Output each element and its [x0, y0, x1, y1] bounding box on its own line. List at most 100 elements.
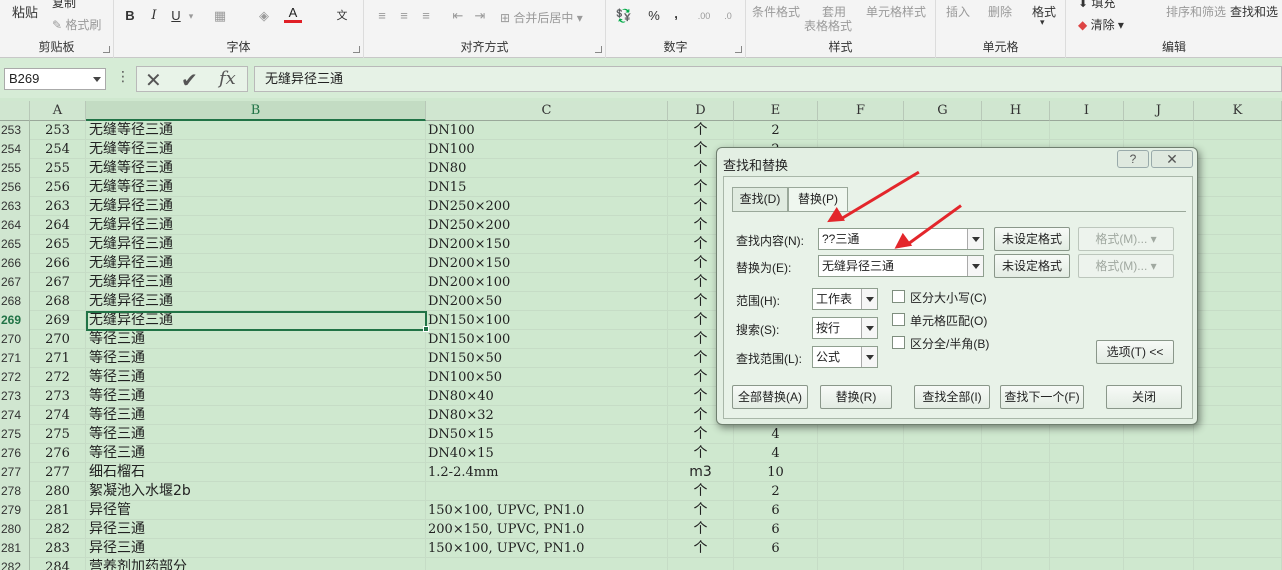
cell-d[interactable]: 个	[668, 444, 734, 463]
phonetic-button[interactable]: 文	[332, 7, 352, 25]
cell-b[interactable]: 营养剂加药部分	[86, 558, 426, 570]
cell-b[interactable]: 无缝异径三通	[86, 292, 426, 311]
cell-c[interactable]: DN250×200	[426, 197, 668, 216]
cell-f[interactable]	[818, 425, 904, 444]
number-launcher-icon[interactable]	[735, 46, 742, 53]
cell-d[interactable]: 个	[668, 425, 734, 444]
cell-f[interactable]	[818, 558, 904, 570]
cell-c[interactable]: DN200×50	[426, 292, 668, 311]
cell-h[interactable]	[982, 121, 1050, 140]
cell-a[interactable]: 267	[30, 273, 86, 292]
column-header-g[interactable]: G	[904, 101, 982, 121]
replace-no-format-button[interactable]: 未设定格式	[994, 254, 1070, 278]
cell-b[interactable]: 无缝异径三通	[86, 311, 426, 330]
cell-c[interactable]: DN80	[426, 159, 668, 178]
cell-k[interactable]	[1194, 501, 1282, 520]
decrease-indent-icon[interactable]: ⇤	[448, 7, 468, 25]
row-header[interactable]: 276	[0, 444, 30, 463]
cell-c[interactable]: DN100×50	[426, 368, 668, 387]
cell-k[interactable]	[1194, 368, 1282, 387]
column-header-j[interactable]: J	[1124, 101, 1194, 121]
row-header[interactable]: 281	[0, 539, 30, 558]
cell-a[interactable]: 280	[30, 482, 86, 501]
match-case-checkbox[interactable]	[892, 290, 905, 303]
cell-k[interactable]	[1194, 216, 1282, 235]
column-header-b[interactable]: B	[86, 101, 426, 121]
cell-j[interactable]	[1124, 520, 1194, 539]
cell-j[interactable]	[1124, 558, 1194, 570]
italic-button[interactable]: I	[146, 7, 162, 25]
row-header[interactable]: 275	[0, 425, 30, 444]
insert-button[interactable]: 插入	[946, 3, 970, 20]
cell-k[interactable]	[1194, 406, 1282, 425]
cell-c[interactable]	[426, 482, 668, 501]
cell-e[interactable]: 4	[734, 444, 818, 463]
cell-k[interactable]	[1194, 520, 1282, 539]
cell-f[interactable]	[818, 520, 904, 539]
cell-f[interactable]	[818, 501, 904, 520]
cell-i[interactable]	[1050, 444, 1124, 463]
enter-icon[interactable]: ✔	[181, 68, 198, 93]
clear-button[interactable]: ◆ 清除 ▾	[1078, 16, 1124, 33]
border-icon[interactable]: ▦	[210, 7, 230, 25]
search-dropdown-icon[interactable]	[861, 318, 877, 338]
cell-b[interactable]: 无缝异径三通	[86, 197, 426, 216]
find-no-format-button[interactable]: 未设定格式	[994, 227, 1070, 251]
cell-b[interactable]: 细石榴石	[86, 463, 426, 482]
row-header[interactable]: 279	[0, 501, 30, 520]
cell-d[interactable]	[668, 558, 734, 570]
cell-i[interactable]	[1050, 463, 1124, 482]
align-left-icon[interactable]: ≡	[372, 7, 392, 25]
row-header[interactable]: 263	[0, 197, 30, 216]
cell-b[interactable]: 无缝等径三通	[86, 178, 426, 197]
match-entire-checkbox[interactable]	[892, 313, 905, 326]
cell-i[interactable]	[1050, 520, 1124, 539]
cell-a[interactable]: 281	[30, 501, 86, 520]
cell-k[interactable]	[1194, 330, 1282, 349]
cell-d[interactable]: 个	[668, 121, 734, 140]
cell-d[interactable]: m3	[668, 463, 734, 482]
cell-b[interactable]: 等径三通	[86, 349, 426, 368]
cell-e[interactable]: 6	[734, 501, 818, 520]
cell-g[interactable]	[904, 482, 982, 501]
find-select-button[interactable]: 查找和选	[1230, 3, 1278, 20]
row-header[interactable]: 272	[0, 368, 30, 387]
cell-b[interactable]: 异径管	[86, 501, 426, 520]
clipboard-launcher-icon[interactable]	[103, 46, 110, 53]
cell-k[interactable]	[1194, 235, 1282, 254]
cell-j[interactable]	[1124, 539, 1194, 558]
cell-d[interactable]: 个	[668, 520, 734, 539]
cell-a[interactable]: 283	[30, 539, 86, 558]
row-header[interactable]: 277	[0, 463, 30, 482]
name-box-dropdown-icon[interactable]	[93, 77, 101, 82]
column-header-i[interactable]: I	[1050, 101, 1124, 121]
cell-k[interactable]	[1194, 254, 1282, 273]
cell-a[interactable]: 272	[30, 368, 86, 387]
merge-center-button[interactable]: ⊞ 合并后居中 ▾	[500, 9, 583, 26]
cell-c[interactable]: DN80×40	[426, 387, 668, 406]
cell-b[interactable]: 无缝异径三通	[86, 273, 426, 292]
cell-c[interactable]: DN100	[426, 121, 668, 140]
row-header[interactable]: 271	[0, 349, 30, 368]
cell-i[interactable]	[1050, 121, 1124, 140]
replace-with-input[interactable]: 无缝异径三通	[818, 255, 984, 277]
cell-i[interactable]	[1050, 558, 1124, 570]
replace-format-button[interactable]: 格式(M)... ▾	[1078, 254, 1174, 278]
increase-decimal-icon[interactable]: .00	[694, 7, 714, 25]
cell-c[interactable]	[426, 558, 668, 570]
cell-c[interactable]: DN150×50	[426, 349, 668, 368]
cell-i[interactable]	[1050, 425, 1124, 444]
copy-button[interactable]: 复制	[52, 0, 76, 11]
cell-g[interactable]	[904, 558, 982, 570]
cell-k[interactable]	[1194, 387, 1282, 406]
select-all-corner[interactable]	[0, 101, 30, 121]
column-header-h[interactable]: H	[982, 101, 1050, 121]
cell-a[interactable]: 264	[30, 216, 86, 235]
cell-b[interactable]: 等径三通	[86, 330, 426, 349]
row-header[interactable]: 267	[0, 273, 30, 292]
within-select[interactable]: 工作表	[812, 288, 878, 310]
cell-e[interactable]	[734, 558, 818, 570]
fill-color-icon[interactable]: ◈	[254, 7, 274, 25]
format-painter-button[interactable]: ✎ 格式刷	[52, 16, 101, 33]
cell-a[interactable]: 254	[30, 140, 86, 159]
